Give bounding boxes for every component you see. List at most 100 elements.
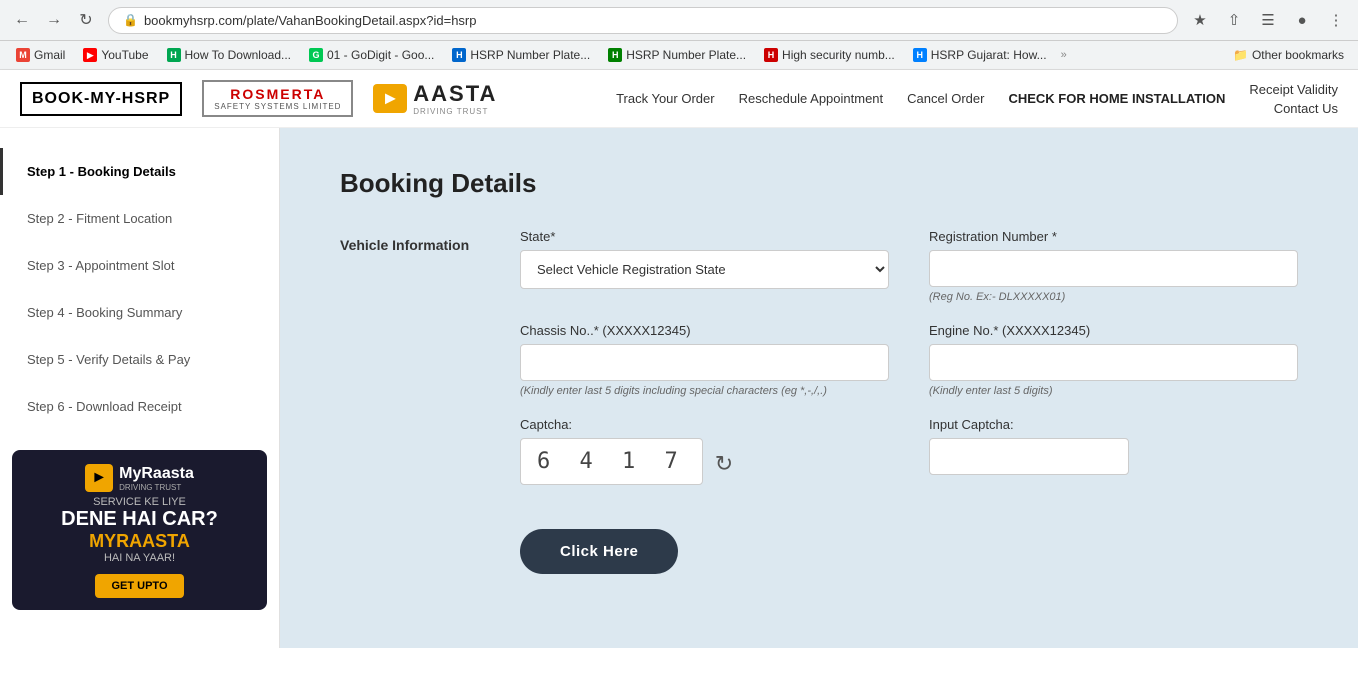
- sidebar-step-6[interactable]: Step 6 - Download Receipt: [0, 383, 279, 430]
- state-field-group: State* Select Vehicle Registration State…: [520, 229, 889, 303]
- chassis-input[interactable]: [520, 344, 889, 381]
- cancel-order-link[interactable]: Cancel Order: [907, 91, 984, 106]
- browser-toolbar: ← → ↻ 🔒 bookmyhsrp.com/plate/VahanBookin…: [0, 0, 1358, 41]
- back-button[interactable]: ←: [8, 6, 36, 34]
- share-button[interactable]: ⇧: [1220, 6, 1248, 34]
- sidebar-ad-slogan1: SERVICE KE LIYE: [93, 496, 186, 508]
- engine-field-group: Engine No.* (XXXXX12345) (Kindly enter l…: [929, 323, 1298, 397]
- url-text: bookmyhsrp.com/plate/VahanBookingDetail.…: [144, 13, 477, 28]
- sidebar-ad-cta-button[interactable]: GET UPTO: [95, 574, 183, 598]
- sidebar-step-5-label: Step 5 - Verify Details & Pay: [27, 352, 190, 367]
- main-layout: Step 1 - Booking Details Step 2 - Fitmen…: [0, 128, 1358, 648]
- reg-number-input[interactable]: [929, 250, 1298, 287]
- bookmark-gmail-label: Gmail: [34, 48, 65, 62]
- url-bar[interactable]: 🔒 bookmyhsrp.com/plate/VahanBookingDetai…: [108, 7, 1178, 34]
- sidebar-step-4[interactable]: Step 4 - Booking Summary: [0, 289, 279, 336]
- contact-us-link[interactable]: Contact Us: [1274, 101, 1338, 116]
- engine-label: Engine No.* (XXXXX12345): [929, 323, 1298, 338]
- input-captcha-label: Input Captcha:: [929, 417, 1298, 432]
- sidebar-step-4-label: Step 4 - Booking Summary: [27, 305, 182, 320]
- bookmark-3-label: How To Download...: [185, 48, 292, 62]
- bookmark-7[interactable]: H High security numb...: [756, 45, 903, 65]
- other-bookmarks-label: Other bookmarks: [1252, 48, 1344, 62]
- sidebar-ad: ► MyRaasta DRIVING TRUST SERVICE KE LIYE…: [12, 450, 267, 610]
- bookmark-star-button[interactable]: ★: [1186, 6, 1214, 34]
- reg-number-label: Registration Number *: [929, 229, 1298, 244]
- sidebar-step-2-label: Step 2 - Fitment Location: [27, 211, 172, 226]
- bookmark-6[interactable]: H HSRP Number Plate...: [600, 45, 754, 65]
- lock-icon: 🔒: [123, 13, 138, 27]
- logo-aasta: ► AASTA DRIVING TRUST: [373, 81, 497, 116]
- vehicle-info-section: Vehicle Information State* Select Vehicl…: [340, 229, 1298, 574]
- site-header: BOOK-MY-HSRP ROSMERTA SAFETY SYSTEMS LIM…: [0, 70, 1358, 128]
- other-bookmarks[interactable]: 📁 Other bookmarks: [1227, 45, 1350, 65]
- sidebar-ad-slogan3: HAI NA YAAR!: [104, 552, 175, 564]
- form-row-3: Captcha: 6 4 1 7 ↻ Input Captcha:: [520, 417, 1298, 489]
- chassis-field-group: Chassis No..* (XXXXX12345) (Kindly enter…: [520, 323, 889, 397]
- sidebar-ad-slogan2: DENE HAI CAR?: [61, 508, 218, 531]
- bookmark-youtube[interactable]: ▶ YouTube: [75, 45, 156, 65]
- myraasta-icon: ►: [85, 464, 113, 492]
- sidebar-ad-tagline: DRIVING TRUST: [119, 483, 194, 492]
- sidebar-ad-brand2: MYRAASTA: [89, 531, 190, 552]
- form-fields: State* Select Vehicle Registration State…: [520, 229, 1298, 574]
- bookmarks-more: »: [1057, 49, 1071, 61]
- bookmark-5[interactable]: H HSRP Number Plate...: [444, 45, 598, 65]
- chassis-hint: (Kindly enter last 5 digits including sp…: [520, 385, 889, 397]
- browser-nav-buttons: ← → ↻: [8, 6, 100, 34]
- refresh-button[interactable]: ↻: [72, 6, 100, 34]
- extensions-button[interactable]: ☰: [1254, 6, 1282, 34]
- logo-rosmerta: ROSMERTA SAFETY SYSTEMS LIMITED: [202, 80, 353, 117]
- bookmark-8[interactable]: H HSRP Gujarat: How...: [905, 45, 1055, 65]
- header-nav: Track Your Order Reschedule Appointment …: [616, 82, 1338, 116]
- sidebar-step-5[interactable]: Step 5 - Verify Details & Pay: [0, 336, 279, 383]
- receipt-validity-link[interactable]: Receipt Validity: [1249, 82, 1338, 97]
- sidebar-step-1[interactable]: Step 1 - Booking Details: [0, 148, 279, 195]
- check-home-link[interactable]: CHECK FOR HOME INSTALLATION: [1008, 91, 1225, 106]
- vehicle-info-label: Vehicle Information: [340, 229, 480, 574]
- sidebar-step-3-label: Step 3 - Appointment Slot: [27, 258, 174, 273]
- reg-number-field-group: Registration Number * (Reg No. Ex:- DLXX…: [929, 229, 1298, 303]
- browser-chrome: ← → ↻ 🔒 bookmyhsrp.com/plate/VahanBookin…: [0, 0, 1358, 70]
- submit-button[interactable]: Click Here: [520, 529, 678, 574]
- bookmark-4-label: 01 - GoDigit - Goo...: [327, 48, 434, 62]
- bookmark-8-label: HSRP Gujarat: How...: [931, 48, 1047, 62]
- state-select[interactable]: Select Vehicle Registration State Andhra…: [520, 250, 889, 289]
- booking-title: Booking Details: [340, 168, 1298, 199]
- sidebar: Step 1 - Booking Details Step 2 - Fitmen…: [0, 128, 280, 648]
- menu-button[interactable]: ⋮: [1322, 6, 1350, 34]
- sidebar-step-2[interactable]: Step 2 - Fitment Location: [0, 195, 279, 242]
- forward-button[interactable]: →: [40, 6, 68, 34]
- form-row-2: Chassis No..* (XXXXX12345) (Kindly enter…: [520, 323, 1298, 397]
- captcha-refresh-button[interactable]: ↻: [715, 451, 733, 477]
- captcha-field-group: Captcha: 6 4 1 7 ↻: [520, 417, 889, 489]
- bookmark-6-label: HSRP Number Plate...: [626, 48, 746, 62]
- bookmark-gmail[interactable]: M Gmail: [8, 45, 73, 65]
- input-captcha-input[interactable]: [929, 438, 1129, 475]
- track-order-link[interactable]: Track Your Order: [616, 91, 715, 106]
- chassis-label: Chassis No..* (XXXXX12345): [520, 323, 889, 338]
- state-label: State*: [520, 229, 889, 244]
- receipt-contact-block: Receipt Validity Contact Us: [1249, 82, 1338, 116]
- sidebar-ad-brand: MyRaasta DRIVING TRUST: [119, 465, 194, 492]
- captcha-display: 6 4 1 7: [520, 438, 703, 485]
- bookmark-youtube-label: YouTube: [101, 48, 148, 62]
- sidebar-step-3[interactable]: Step 3 - Appointment Slot: [0, 242, 279, 289]
- captcha-label: Captcha:: [520, 417, 889, 432]
- bookmark-5-label: HSRP Number Plate...: [470, 48, 590, 62]
- form-row-1: State* Select Vehicle Registration State…: [520, 229, 1298, 303]
- bookmark-4[interactable]: G 01 - GoDigit - Goo...: [301, 45, 442, 65]
- bookmark-3[interactable]: H How To Download...: [159, 45, 300, 65]
- submit-row: Click Here: [520, 509, 1298, 574]
- logo-book-hsrp[interactable]: BOOK-MY-HSRP: [20, 82, 182, 116]
- sidebar-ad-brand-name: MyRaasta: [119, 465, 194, 483]
- profile-button[interactable]: ●: [1288, 6, 1316, 34]
- engine-input[interactable]: [929, 344, 1298, 381]
- reg-number-hint: (Reg No. Ex:- DLXXXXX01): [929, 291, 1298, 303]
- aasta-arrow-icon: ►: [381, 88, 399, 109]
- sidebar-step-1-label: Step 1 - Booking Details: [27, 164, 176, 179]
- engine-hint: (Kindly enter last 5 digits): [929, 385, 1298, 397]
- captcha-row: 6 4 1 7 ↻: [520, 438, 889, 489]
- reschedule-link[interactable]: Reschedule Appointment: [739, 91, 884, 106]
- bookmark-7-label: High security numb...: [782, 48, 895, 62]
